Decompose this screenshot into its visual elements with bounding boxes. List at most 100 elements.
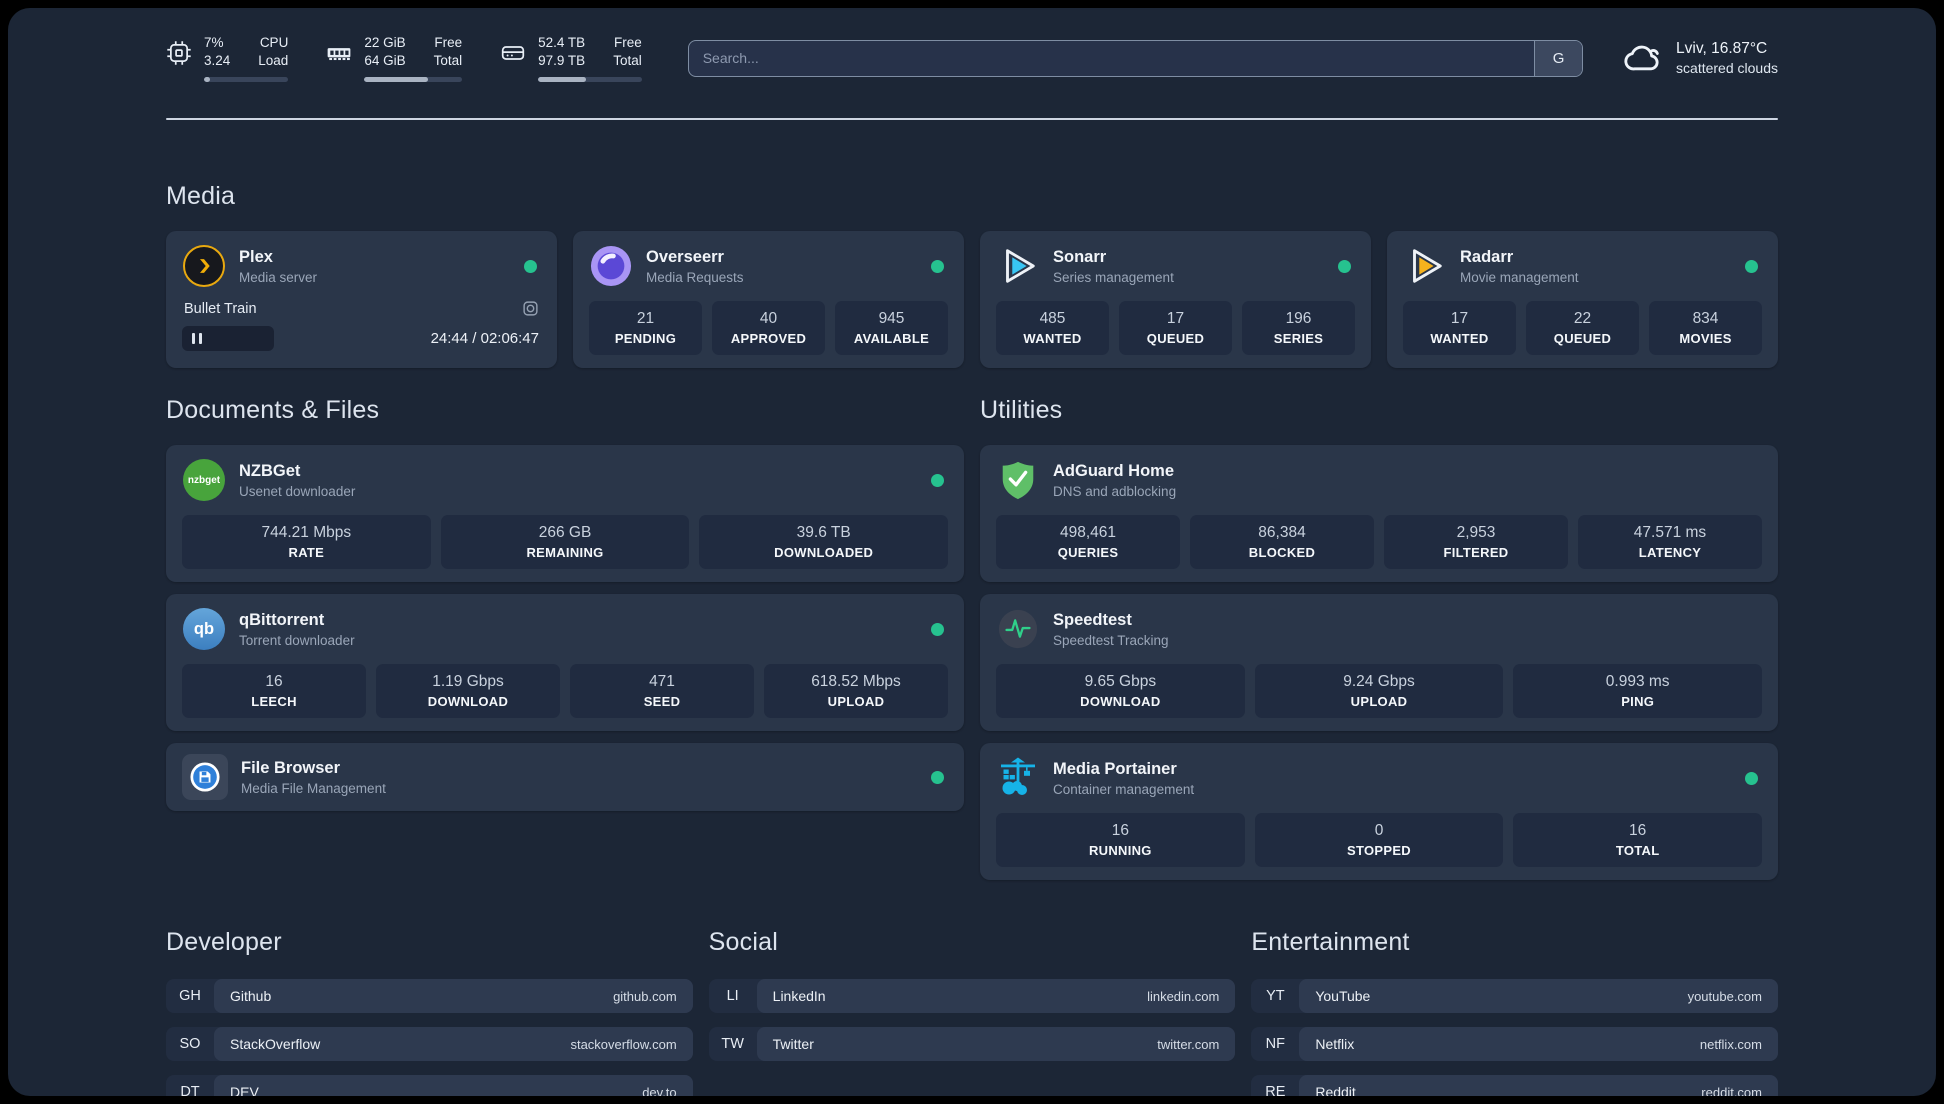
app-description: Media File Management: [241, 780, 386, 796]
speedtest-card[interactable]: Speedtest Speedtest Tracking 9.65 Gbps D…: [980, 594, 1778, 732]
bookmark-youtube[interactable]: YT YouTube youtube.com: [1251, 979, 1778, 1014]
stat-tile: 196 SERIES: [1242, 301, 1355, 356]
stat-tile: 16 TOTAL: [1513, 813, 1763, 868]
memory-total-value: 64 GiB: [364, 53, 406, 69]
dashboard: 7% 3.24 CPU Load 22 GiB 64 GiB Free Tota…: [8, 8, 1936, 1096]
stat-tile: 86,384 BLOCKED: [1190, 515, 1374, 570]
memory-icon: [327, 48, 351, 61]
app-description: Speedtest Tracking: [1053, 632, 1169, 648]
disk-free-value: 52.4 TB: [538, 35, 586, 50]
app-description: Series management: [1053, 269, 1174, 285]
stat-tile: 9.24 Gbps UPLOAD: [1254, 664, 1504, 719]
search-input[interactable]: [688, 40, 1535, 76]
status-dot: [931, 259, 944, 273]
status-dot: [1745, 771, 1758, 785]
app-name: NZBGet: [239, 461, 301, 480]
bookmark-abbr: NF: [1265, 1036, 1285, 1053]
app-description: Media Requests: [646, 269, 744, 285]
bookmark-name: Netflix: [1315, 1036, 1355, 1053]
app-name: Overseerr: [646, 247, 724, 266]
nzbget-card[interactable]: nzbget NZBGet Usenet downloader 744.21 M…: [166, 445, 964, 583]
section-title-developer: Developer: [166, 928, 282, 957]
overseerr-card[interactable]: Overseerr Media Requests 21 PENDING 40 A…: [573, 231, 964, 369]
bookmark-dev[interactable]: DT DEV dev.to: [166, 1075, 693, 1096]
stat-tile: 22 QUEUED: [1526, 301, 1639, 356]
bookmark-twitter[interactable]: TW Twitter twitter.com: [708, 1027, 1236, 1062]
stat-tile: 9.65 Gbps DOWNLOAD: [996, 664, 1245, 719]
utilities-column: Utilities AdGuard Home DNS and adblockin…: [980, 396, 1778, 881]
memory-total-label: Total: [433, 53, 463, 69]
status-dot: [931, 622, 944, 636]
stat-tile: 744.21 Mbps RATE: [182, 515, 431, 570]
stat-tile: 266 GB REMAINING: [440, 515, 690, 570]
cpu-icon: [167, 41, 191, 65]
stat-tile: 471 SEED: [570, 664, 754, 719]
stat-tile: 16 RUNNING: [996, 813, 1245, 868]
stat-tile: 21 PENDING: [589, 301, 702, 356]
plex-icon: [183, 245, 225, 288]
portainer-card[interactable]: Media Portainer Container management 16 …: [980, 743, 1778, 881]
disk-total-value: 97.9 TB: [538, 53, 586, 69]
stat-tile: 17 QUEUED: [1119, 301, 1232, 356]
app-name: Speedtest: [1053, 610, 1132, 629]
header-divider: [166, 118, 1778, 121]
bookmark-url: netflix.com: [1699, 1036, 1762, 1052]
disk-widget: 52.4 TB 97.9 TB Free Total: [500, 34, 642, 83]
disk-total-label: Total: [613, 53, 642, 69]
stat-tile: 498,461 QUERIES: [996, 515, 1180, 570]
sonarr-card[interactable]: Sonarr Series management 485 WANTED 17 Q…: [980, 231, 1371, 369]
app-description: Usenet downloader: [239, 483, 356, 499]
adguard-icon: [1002, 462, 1034, 500]
bookmark-github[interactable]: GH Github github.com: [166, 979, 693, 1014]
stat-tile: 1.19 Gbps DOWNLOAD: [376, 664, 560, 719]
playback-time: 24:44 / 02:06:47: [430, 330, 539, 348]
stat-tile: 618.52 Mbps UPLOAD: [764, 664, 948, 719]
bookmark-url: twitter.com: [1157, 1036, 1220, 1052]
bookmark-abbr: LI: [726, 988, 739, 1005]
playback-pause-indicator: [182, 326, 274, 352]
top-bar: 7% 3.24 CPU Load 22 GiB 64 GiB Free Tota…: [166, 34, 1778, 83]
stat-tile: 485 WANTED: [996, 301, 1109, 356]
adguard-card[interactable]: AdGuard Home DNS and adblocking 498,461 …: [980, 445, 1778, 583]
speedtest-icon: [998, 610, 1038, 649]
bookmarks-developer: Developer GH Github github.com SO StackO…: [166, 928, 693, 1096]
filebrowser-card[interactable]: File Browser Media File Management: [166, 743, 964, 812]
overseerr-icon: [590, 246, 632, 287]
bookmark-name: Reddit: [1315, 1084, 1356, 1096]
nzbget-icon: nzbget: [183, 459, 225, 502]
status-dot: [931, 473, 944, 487]
app-name: Plex: [239, 247, 273, 266]
now-playing-title: Bullet Train: [184, 300, 257, 317]
bookmark-abbr: TW: [721, 1036, 744, 1053]
cpu-usage-label: CPU: [259, 35, 289, 50]
bookmark-url: reddit.com: [1701, 1084, 1762, 1096]
bookmark-abbr: RE: [1265, 1084, 1286, 1096]
memory-free-label: Free: [434, 35, 463, 50]
bookmark-reddit[interactable]: RE Reddit reddit.com: [1251, 1075, 1778, 1096]
filebrowser-icon: [182, 754, 228, 801]
bookmark-url: linkedin.com: [1147, 988, 1220, 1004]
weather-widget: Lviv, 16.87°C scattered clouds: [1623, 38, 1778, 78]
app-description: DNS and adblocking: [1053, 483, 1177, 499]
search-provider-button[interactable]: G: [1534, 40, 1583, 76]
bookmark-linkedin[interactable]: LI LinkedIn linkedin.com: [708, 979, 1236, 1014]
qbittorrent-card[interactable]: qb qBittorrent Torrent downloader 16 LEE…: [166, 594, 964, 732]
section-title-media: Media: [166, 182, 236, 211]
memory-free-value: 22 GiB: [364, 35, 406, 50]
memory-progress: [364, 77, 463, 83]
stat-tile: 2,953 FILTERED: [1384, 515, 1568, 570]
stat-tile: 0 STOPPED: [1254, 813, 1504, 868]
app-name: Sonarr: [1053, 247, 1107, 266]
stat-tile: 16 LEECH: [182, 664, 366, 719]
radarr-card[interactable]: Radarr Movie management 17 WANTED 22 QUE…: [1387, 231, 1778, 369]
plex-card[interactable]: Plex Media server Bullet Train 24:44 / 0…: [166, 231, 557, 369]
status-dot: [1745, 259, 1758, 273]
bookmark-stackoverflow[interactable]: SO StackOverflow stackoverflow.com: [166, 1027, 693, 1062]
cpu-widget: 7% 3.24 CPU Load: [166, 34, 289, 83]
stat-tile: 40 APPROVED: [712, 301, 825, 356]
app-description: Media server: [239, 269, 318, 285]
cloud-icon: [1624, 45, 1659, 71]
cpu-load-label: Load: [258, 53, 289, 69]
bookmark-netflix[interactable]: NF Netflix netflix.com: [1251, 1027, 1778, 1062]
stat-tile: 39.6 TB DOWNLOADED: [699, 515, 949, 570]
